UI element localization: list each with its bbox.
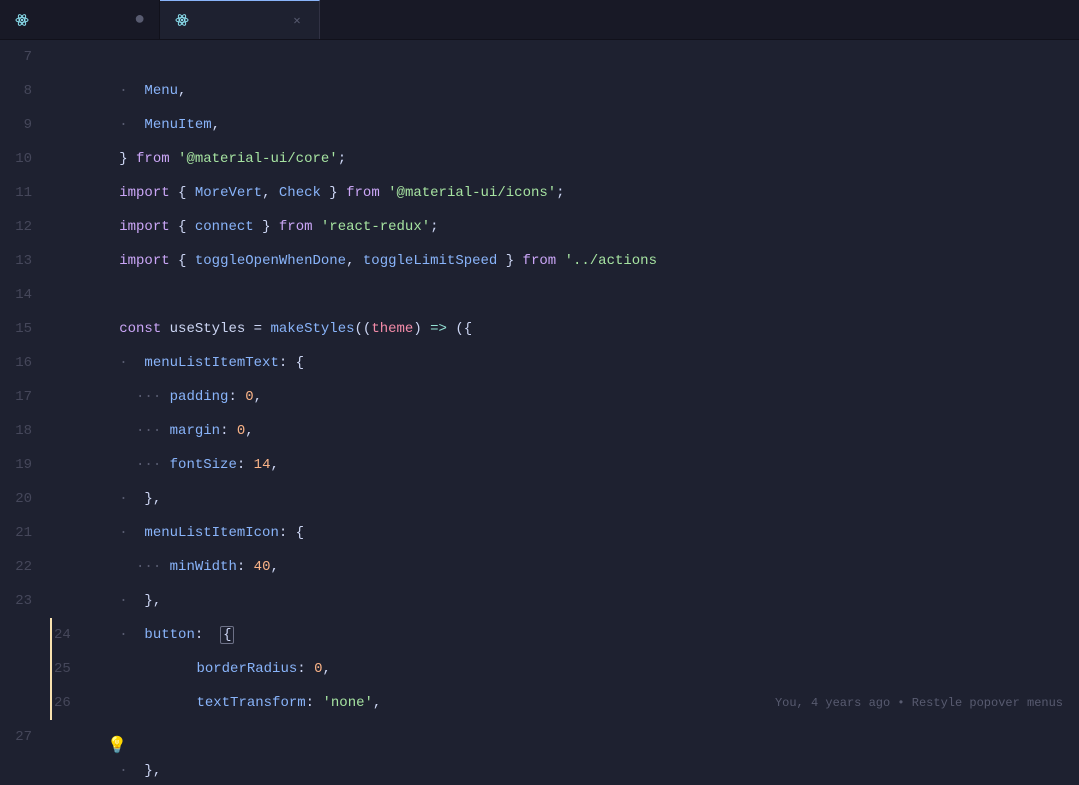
line-num-23: 23	[0, 584, 52, 618]
code-line-9: 9 } from '@material-ui/core';	[0, 108, 1079, 142]
line-content-26: 💡 width: '100%', You, 4 years ago • Rest…	[79, 686, 1079, 720]
code-line-10: 10 import { MoreVert, Check } from '@mat…	[0, 142, 1079, 176]
code-line-21: 21 ··· minWidth: 40,	[0, 516, 1079, 550]
line-num-22: 22	[0, 550, 52, 584]
code-line-26: 26 💡 width: '100%', You, 4 years ago • R…	[50, 686, 1079, 720]
react-icon-tab2	[174, 12, 190, 28]
code-line-16: 16 ··· padding: 0,	[0, 346, 1079, 380]
line-content-22: · },	[52, 550, 1079, 584]
react-icon-tab1	[14, 12, 30, 28]
code-line-15: 15 · menuListItemText: {	[0, 312, 1079, 346]
code-line-27: 27 · },	[0, 720, 1079, 754]
line-num-15: 15	[0, 312, 52, 346]
code-line-14: 14 const useStyles = makeStyles((theme) …	[0, 278, 1079, 312]
tab2-close-button[interactable]: ✕	[289, 12, 305, 28]
line-content-8: · MenuItem,	[52, 74, 1079, 108]
code-line-8: 8 · MenuItem,	[0, 74, 1079, 108]
line-num-11: 11	[0, 176, 52, 210]
code-line-19: 19 · },	[0, 448, 1079, 482]
line-num-26: 26	[54, 686, 79, 720]
line-num-9: 9	[0, 108, 52, 142]
line-num-20: 20	[0, 482, 52, 516]
code-line-24: 24 borderRadius: 0,	[50, 618, 1079, 652]
code-line-17: 17 ··· margin: 0,	[0, 380, 1079, 414]
tab-bar: ● ✕	[0, 0, 1079, 40]
line-content-20: · menuListItemIcon: {	[52, 482, 1079, 516]
line-num-25: 25	[54, 652, 79, 686]
line-content-19: · },	[52, 448, 1079, 482]
line-content-18: ··· fontSize: 14,	[52, 414, 1079, 448]
line-content-12: import { toggleOpenWhenDone, toggleLimit…	[52, 210, 1079, 244]
line-content-21: ··· minWidth: 40,	[52, 516, 1079, 550]
line-num-18: 18	[0, 414, 52, 448]
code-line-23: 23 · button: {	[0, 584, 1079, 618]
line-content-7: · Menu,	[52, 40, 1079, 74]
code-line-7: 7 · Menu,	[0, 40, 1079, 74]
line-content-14: const useStyles = makeStyles((theme) => …	[52, 278, 1079, 312]
line-content-11: import { connect } from 'react-redux';	[52, 176, 1079, 210]
code-line-25: 25 textTransform: 'none',	[50, 652, 1079, 686]
line-num-21: 21	[0, 516, 52, 550]
line-num-17: 17	[0, 380, 52, 414]
code-line-13: 13	[0, 244, 1079, 278]
line-content-15: · menuListItemText: {	[52, 312, 1079, 346]
line-content-25: textTransform: 'none',	[79, 652, 1079, 686]
line-content-10: import { MoreVert, Check } from '@materi…	[52, 142, 1079, 176]
line-content-13	[52, 244, 1079, 278]
code-line-12: 12 import { toggleOpenWhenDone, toggleLi…	[0, 210, 1079, 244]
line-content-23: · button: {	[52, 584, 1079, 618]
tab-downloadmoreactions[interactable]: ✕	[160, 0, 320, 39]
line-content-16: ··· padding: 0,	[52, 346, 1079, 380]
line-num-10: 10	[0, 142, 52, 176]
line-content-24: borderRadius: 0,	[79, 618, 1079, 652]
code-line-11: 11 import { connect } from 'react-redux'…	[0, 176, 1079, 210]
git-blame-hint: You, 4 years ago • Restyle popover menus	[775, 686, 1079, 720]
line-num-16: 16	[0, 346, 52, 380]
code-line-20: 20 · menuListItemIcon: {	[0, 482, 1079, 516]
code-line-18: 18 ··· fontSize: 14,	[0, 414, 1079, 448]
line-content-17: ··· margin: 0,	[52, 380, 1079, 414]
line-num-24: 24	[54, 618, 79, 652]
line-num-13: 13	[0, 244, 52, 278]
line-num-12: 12	[0, 210, 52, 244]
line-num-8: 8	[0, 74, 52, 108]
code-area: 7 · Menu, 8 · MenuItem, 9 } from '@mater…	[0, 40, 1079, 785]
line-content-27: · },	[52, 720, 1079, 754]
line-num-14: 14	[0, 278, 52, 312]
line-num-27: 27	[0, 720, 52, 754]
line-content-9: } from '@material-ui/core';	[52, 108, 1079, 142]
line-num-7: 7	[0, 40, 52, 74]
tab-downloadpage[interactable]: ●	[0, 0, 160, 39]
line-num-19: 19	[0, 448, 52, 482]
code-line-22: 22 · },	[0, 550, 1079, 584]
tab1-modified-dot: ●	[134, 11, 145, 29]
